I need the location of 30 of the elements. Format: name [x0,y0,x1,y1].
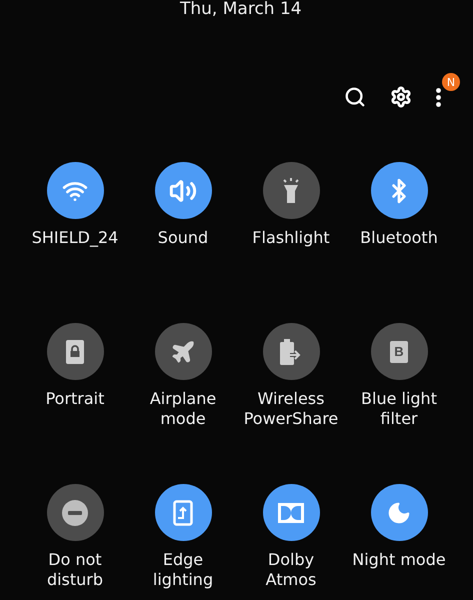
minus-circle-icon [62,500,88,526]
toggle-label: Blue light filter [360,389,438,429]
portrait-lock-icon [66,340,84,364]
toggle-label: Bluetooth [360,228,438,248]
toggle-label: Airplane mode [148,389,218,429]
toggle-label: Flashlight [252,228,330,248]
toggle-label: Sound [158,228,208,248]
toggle-label: Edge lighting [152,550,214,590]
battery-share-icon [279,338,303,364]
toggle-label: SHIELD_24 [32,228,118,248]
airplane-icon [170,338,196,364]
toggle-button[interactable]: B [370,323,428,380]
settings-icon [390,86,412,108]
moon-icon [386,500,412,526]
more-button[interactable] [435,85,441,109]
search-button[interactable] [343,85,367,109]
search-icon [344,86,366,108]
letter-page-icon: B [390,340,408,362]
more-icon [436,88,440,106]
flashlight-icon [281,178,301,204]
toggle-label: Portrait [46,389,104,409]
toggle-label: Wireless PowerShare [242,389,340,429]
settings-button[interactable] [389,85,413,109]
toggle-label: Do not disturb [46,550,104,590]
edge-panel-icon [173,500,193,526]
date-text: Thu, March 14 [179,0,303,18]
dolby-icon [278,502,304,522]
notification-badge: N [442,73,460,91]
toggle-label: Night mode [352,550,446,570]
toggle-label: Dolby Atmos [264,550,318,590]
